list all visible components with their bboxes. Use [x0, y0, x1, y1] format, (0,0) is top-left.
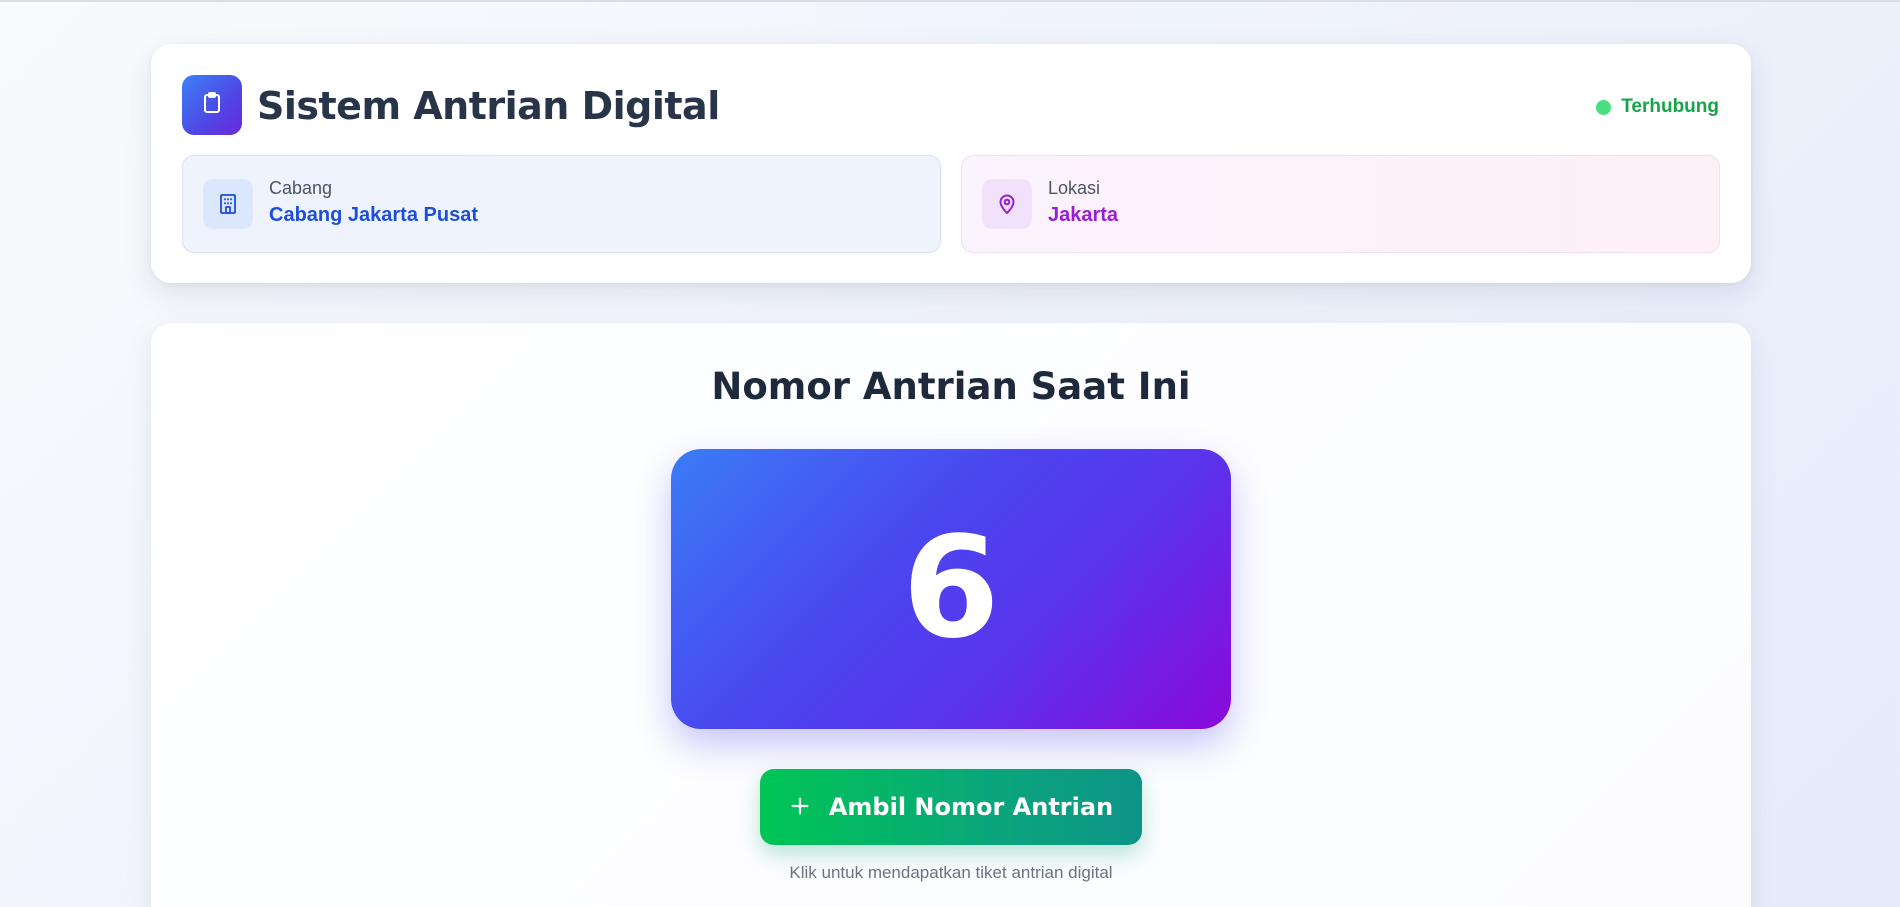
location-label: Lokasi: [1048, 178, 1101, 198]
queue-hint-text: Klik untuk mendapatkan tiket antrian dig…: [789, 863, 1113, 882]
building-icon: [203, 179, 253, 229]
location-info-card: Lokasi Jakarta: [961, 155, 1720, 253]
clipboard-icon: [200, 91, 224, 120]
plus-icon: [789, 795, 811, 820]
take-queue-button-label: Ambil Nomor Antrian: [828, 793, 1114, 821]
status-text: Terhubung: [1621, 96, 1719, 117]
location-value: Jakarta: [1048, 204, 1119, 226]
header-card: Sistem Antrian Digital Terhubung Cabang …: [151, 44, 1751, 283]
status-dot-icon: [1596, 99, 1612, 115]
current-number-display: 6: [671, 449, 1231, 729]
current-queue-number: 6: [902, 507, 1000, 670]
branch-value: Cabang Jakarta Pusat: [269, 204, 478, 226]
branch-label: Cabang: [269, 178, 333, 198]
queue-panel: Nomor Antrian Saat Ini 6 Ambil Nomor Ant…: [151, 323, 1751, 907]
take-queue-number-button[interactable]: Ambil Nomor Antrian: [760, 769, 1142, 845]
queue-title: Nomor Antrian Saat Ini: [711, 365, 1191, 408]
app-title: Sistem Antrian Digital: [257, 84, 720, 128]
app-logo: [182, 75, 242, 135]
connection-status: Terhubung: [1596, 96, 1719, 118]
map-pin-icon: [982, 179, 1032, 229]
branch-info-card: Cabang Cabang Jakarta Pusat: [182, 155, 941, 253]
